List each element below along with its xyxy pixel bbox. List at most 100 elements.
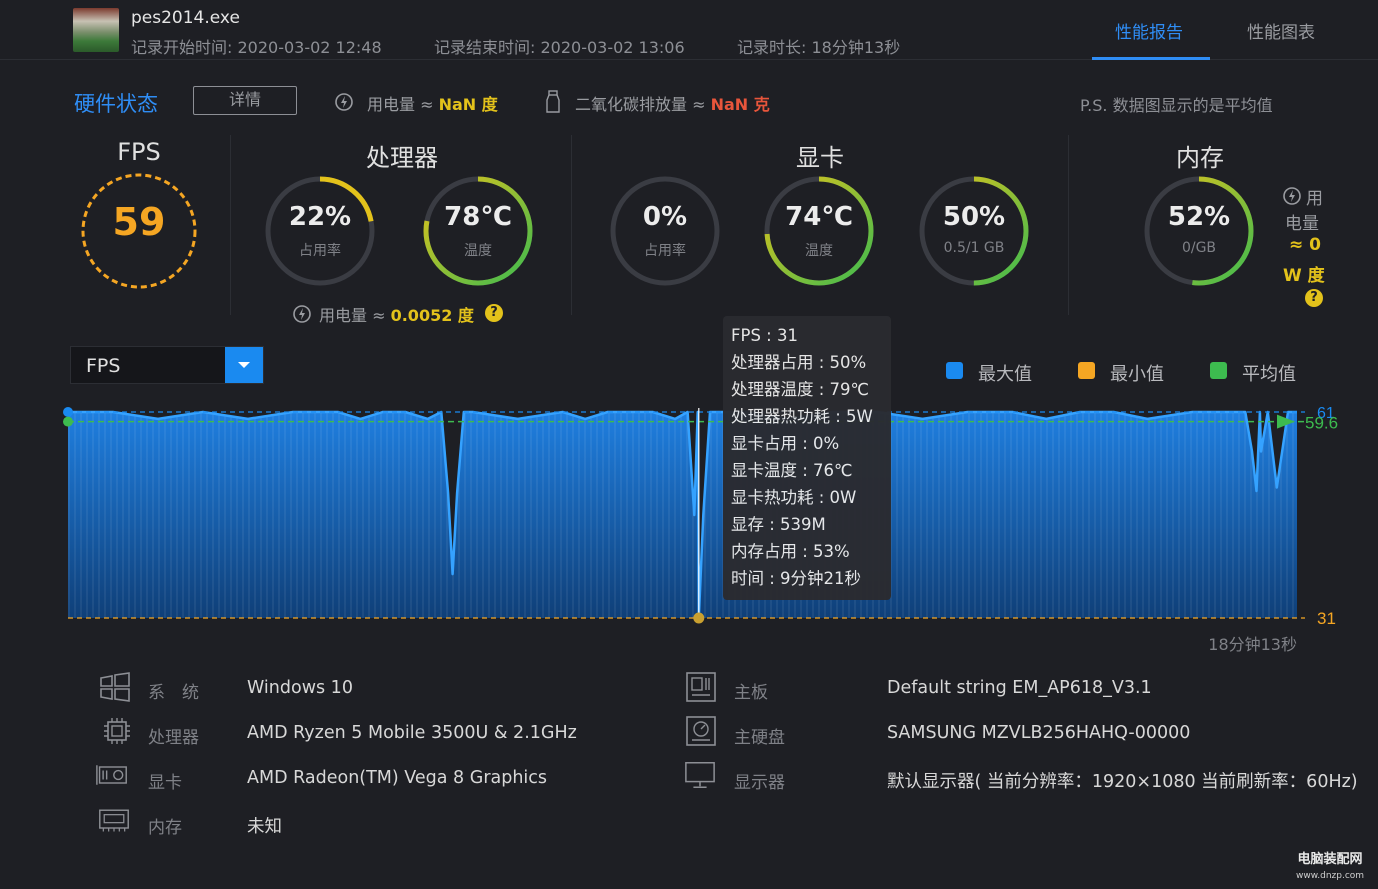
section-divider bbox=[1068, 135, 1069, 315]
info-value-cpu: AMD Ryzen 5 Mobile 3500U & 2.1GHz bbox=[247, 723, 577, 743]
watermark: 电脑装配网 www.dnzp.com bbox=[1296, 852, 1364, 884]
fps-title: FPS bbox=[117, 138, 161, 166]
cpu-icon bbox=[104, 718, 130, 744]
gpu-usage-value: 0% bbox=[642, 202, 688, 232]
avg-value-label: 59.6 bbox=[1305, 414, 1338, 433]
memory-power-line: W 度 bbox=[1283, 266, 1325, 286]
chevron-down-icon bbox=[238, 362, 250, 368]
gpu-icon bbox=[96, 765, 127, 785]
app-name: pes2014.exe bbox=[131, 8, 240, 28]
hardware-status-title: 硬件状态 bbox=[74, 92, 158, 116]
info-label-cpu: 处理器 bbox=[148, 728, 199, 748]
gpu-temp-label: 温度 bbox=[805, 243, 833, 259]
cpu-usage-label: 占用率 bbox=[299, 243, 341, 259]
legend-max-label[interactable]: 最大值 bbox=[978, 360, 1032, 386]
help-icon[interactable]: ? bbox=[1305, 289, 1323, 307]
power-icon bbox=[335, 93, 353, 111]
gpu-vram-gauge: 50% 0.5/1 GB bbox=[917, 174, 1031, 288]
monitor-icon bbox=[685, 762, 715, 788]
info-value-memory: 未知 bbox=[247, 817, 282, 837]
tooltip-line: 时间 : 9分钟21秒 bbox=[731, 569, 862, 588]
fps-value: 59 bbox=[112, 200, 166, 244]
cpu-temp-value: 78℃ bbox=[444, 202, 512, 232]
max-start-dot bbox=[63, 407, 73, 417]
tab-performance-report[interactable]: 性能报告 bbox=[1115, 18, 1183, 43]
cpu-usage-gauge: 22% 占用率 bbox=[263, 174, 377, 288]
info-label-monitor: 显示器 bbox=[734, 773, 785, 793]
gpu-title: 显卡 bbox=[796, 144, 844, 172]
tooltip-line: 显卡热功耗 : 0W bbox=[731, 488, 857, 507]
tooltip-line: 显卡温度 : 76℃ bbox=[731, 461, 853, 480]
legend-avg-swatch bbox=[1210, 362, 1227, 379]
motherboard-icon bbox=[686, 672, 716, 702]
watermark-title: 电脑装配网 bbox=[1297, 852, 1363, 867]
info-label-motherboard: 主板 bbox=[734, 683, 768, 703]
record-start-time: 记录开始时间: 2020-03-02 12:48 bbox=[131, 38, 382, 57]
cpu-temp-gauge: 78℃ 温度 bbox=[421, 174, 535, 288]
info-value-monitor: 默认显示器( 当前分辨率：1920×1080 当前刷新率：60Hz) bbox=[887, 772, 1358, 792]
min-value-label: 31 bbox=[1317, 609, 1336, 628]
gpu-temp-gauge: 74℃ 温度 bbox=[762, 174, 876, 288]
harddisk-icon bbox=[686, 716, 716, 746]
tooltip-line: 处理器占用 : 50% bbox=[731, 353, 867, 372]
co2-value: NaN 克 bbox=[710, 95, 770, 114]
tooltip-line: 内存占用 : 53% bbox=[731, 542, 850, 561]
fps-chart[interactable]: 6159.63118分钟13秒 bbox=[0, 400, 1378, 660]
cpu-temp-label: 温度 bbox=[464, 243, 492, 259]
co2-label: 二氧化碳排放量 ≈ bbox=[575, 95, 706, 114]
info-value-harddisk: SAMSUNG MZVLB256HAHQ-00000 bbox=[887, 723, 1191, 743]
info-value-motherboard: Default string EM_AP618_V3.1 bbox=[887, 678, 1152, 698]
info-label-memory: 内存 bbox=[148, 818, 182, 838]
avg-start-dot bbox=[63, 416, 73, 427]
record-end-time: 记录结束时间: 2020-03-02 13:06 bbox=[434, 38, 685, 57]
game-thumbnail bbox=[73, 8, 119, 52]
legend-avg-label[interactable]: 平均值 bbox=[1242, 360, 1296, 386]
help-icon[interactable]: ? bbox=[485, 304, 503, 322]
cpu-power: 用电量 ≈ 0.0052 度 bbox=[319, 302, 474, 326]
fps-area-hatch bbox=[68, 412, 1297, 618]
memory-icon bbox=[99, 809, 129, 832]
cpu-title: 处理器 bbox=[366, 144, 438, 172]
tab-performance-chart[interactable]: 性能图表 bbox=[1247, 18, 1315, 43]
memory-power-line: ≈ 0 bbox=[1289, 235, 1321, 255]
min-point bbox=[693, 612, 705, 624]
power-usage-label: 用电量 ≈ bbox=[367, 95, 434, 114]
chart-tooltip: FPS : 31 处理器占用 : 50% 处理器温度 : 79℃ 处理器热功耗 … bbox=[723, 316, 891, 600]
tooltip-line: 显存 : 539M bbox=[731, 515, 826, 534]
memory-power-line: 用 bbox=[1306, 189, 1323, 209]
power-icon bbox=[1283, 187, 1301, 205]
tooltip-line: FPS : 31 bbox=[731, 326, 798, 345]
memory-title: 内存 bbox=[1176, 144, 1224, 172]
legend-min-label[interactable]: 最小值 bbox=[1110, 360, 1164, 386]
x-end-label: 18分钟13秒 bbox=[1208, 635, 1297, 654]
tooltip-line: 处理器热功耗 : 5W bbox=[731, 407, 873, 426]
watermark-url: www.dnzp.com bbox=[1296, 871, 1365, 881]
info-value-gpu: AMD Radeon(TM) Vega 8 Graphics bbox=[247, 768, 548, 788]
section-divider bbox=[571, 135, 572, 315]
info-label-harddisk: 主硬盘 bbox=[734, 728, 785, 748]
info-label-gpu: 显卡 bbox=[148, 773, 182, 793]
power-usage: 用电量 ≈ NaN 度 bbox=[367, 91, 498, 115]
section-divider bbox=[230, 135, 231, 315]
ps-note: P.S. 数据图显示的是平均值 bbox=[1080, 96, 1273, 115]
power-usage-value: NaN 度 bbox=[438, 95, 498, 114]
info-label-os: 系 统 bbox=[148, 683, 199, 703]
co2-icon bbox=[546, 90, 560, 113]
header-bar: pes2014.exe 记录开始时间: 2020-03-02 12:48 记录结… bbox=[0, 0, 1378, 60]
gpu-vram-value: 50% bbox=[942, 202, 1006, 232]
record-duration: 记录时长: 18分钟13秒 bbox=[737, 38, 901, 57]
metric-select-value: FPS bbox=[86, 355, 121, 377]
memory-usage-value: 52% bbox=[1167, 202, 1231, 232]
gpu-temp-value: 74℃ bbox=[785, 202, 853, 232]
memory-power-line: 电量 bbox=[1285, 214, 1319, 234]
metric-select[interactable]: FPS bbox=[70, 346, 264, 384]
cpu-usage-value: 22% bbox=[288, 202, 352, 232]
tooltip-line: 处理器温度 : 79℃ bbox=[731, 380, 870, 399]
active-tab-indicator bbox=[1092, 57, 1210, 60]
dropdown-button[interactable] bbox=[225, 347, 263, 383]
gpu-usage-gauge: 0% 占用率 bbox=[608, 174, 722, 288]
info-value-os: Windows 10 bbox=[247, 678, 353, 698]
memory-usage-gauge: 52% 0/GB bbox=[1142, 174, 1256, 288]
cpu-power-label: 用电量 ≈ bbox=[319, 306, 386, 325]
detail-button[interactable]: 详情 bbox=[193, 86, 297, 115]
